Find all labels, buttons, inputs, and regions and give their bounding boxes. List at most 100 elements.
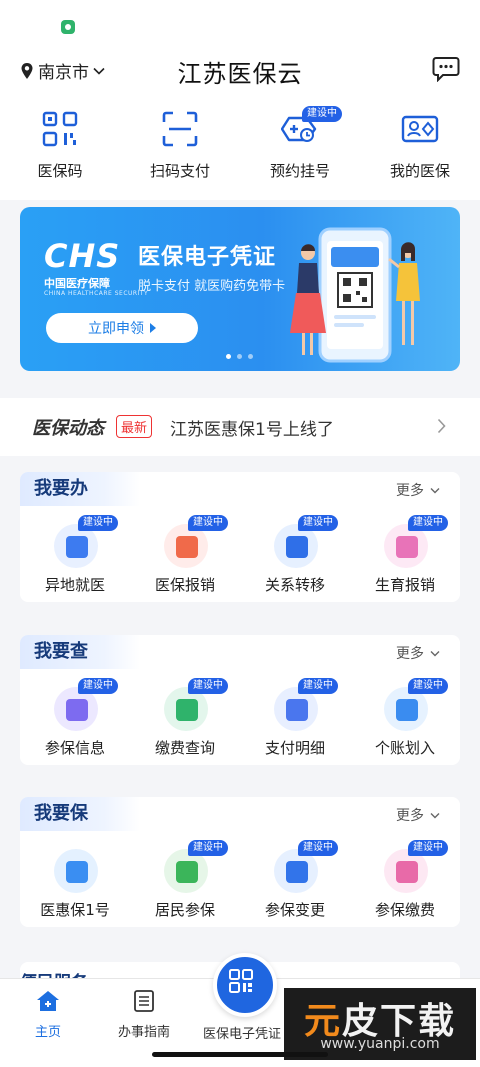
under-construction-badge: 建设中 xyxy=(408,515,448,531)
icon-glyph xyxy=(396,699,418,721)
service-item-label: 生育报销 xyxy=(374,576,435,594)
service-item[interactable]: 建设中 参保缴费 xyxy=(350,840,460,921)
icon-glyph xyxy=(66,536,88,558)
quick-action-scan-pay[interactable]: 扫码支付 xyxy=(120,96,240,200)
more-button[interactable]: 更多 xyxy=(396,805,440,825)
icon-glyph xyxy=(396,861,418,883)
more-button[interactable]: 更多 xyxy=(396,480,440,500)
banner-subtitle: 脱卡支付 就医购药免带卡 xyxy=(138,279,286,294)
latest-tag: 最新 xyxy=(116,415,153,438)
icon-glyph xyxy=(176,699,198,721)
card-icon xyxy=(401,115,439,143)
document-icon xyxy=(134,990,154,1012)
apply-now-button[interactable]: 立即申领 xyxy=(46,313,198,343)
section-items: 建设中 参保信息 建设中 缴费查询 建设中 支付明细 建设中 个账划入 xyxy=(20,678,460,759)
news-logo: 医保动态 xyxy=(32,418,104,439)
service-item[interactable]: 建设中 个账划入 xyxy=(350,678,460,759)
under-construction-badge: 建设中 xyxy=(188,515,228,531)
carousel-dot xyxy=(248,354,253,359)
quick-action-label: 预约挂号 xyxy=(269,162,330,180)
news-ticker[interactable]: 医保动态 最新 江苏医惠保1号上线了 xyxy=(0,398,480,456)
under-construction-badge: 建设中 xyxy=(298,840,338,856)
scan-icon xyxy=(162,111,198,147)
section-title: 我要查 xyxy=(20,635,140,669)
service-item[interactable]: 建设中 参保变更 xyxy=(240,840,350,921)
news-headline[interactable]: 江苏医惠保1号上线了 xyxy=(170,415,334,440)
quick-action-medical-code[interactable]: 医保码 xyxy=(0,96,120,200)
service-item[interactable]: 建设中 参保信息 xyxy=(20,678,130,759)
under-construction-badge: 建设中 xyxy=(78,515,118,531)
more-label: 更多 xyxy=(396,483,424,499)
icon-glyph xyxy=(286,536,308,558)
icon-glyph xyxy=(66,861,88,883)
message-icon xyxy=(432,57,460,83)
quick-action-appointment[interactable]: 建设中 预约挂号 xyxy=(240,96,360,200)
banner-illustration xyxy=(290,227,420,363)
service-item-label: 关系转移 xyxy=(264,576,325,594)
service-item-label: 医惠保1号 xyxy=(40,901,110,919)
under-construction-badge: 建设中 xyxy=(298,515,338,531)
more-label: 更多 xyxy=(396,808,424,824)
tab-label: 医保电子凭证 xyxy=(202,1027,281,1042)
quick-action-label: 医保码 xyxy=(37,162,83,180)
home-indicator xyxy=(152,1052,328,1057)
quick-action-label: 扫码支付 xyxy=(149,162,210,180)
under-construction-badge: 建设中 xyxy=(298,678,338,694)
chevron-down-icon xyxy=(430,487,440,493)
tab-label: 办事指南 xyxy=(117,1025,170,1040)
quick-action-my-insurance[interactable]: 我的医保 xyxy=(360,96,480,200)
chs-logo-english: CHINA HEALTHCARE SECURITY xyxy=(44,290,149,297)
banner-title: 医保电子凭证 xyxy=(138,245,277,270)
icon-glyph xyxy=(286,699,308,721)
service-item[interactable]: 建设中 生育报销 xyxy=(350,515,460,596)
service-item-label: 异地就医 xyxy=(44,576,105,594)
medical-voucher-button[interactable] xyxy=(213,953,277,1017)
more-label: 更多 xyxy=(396,646,424,662)
service-item[interactable]: 建设中 异地就医 xyxy=(20,515,130,596)
under-construction-badge: 建设中 xyxy=(408,678,448,694)
section-query: 我要查 更多 建设中 参保信息 建设中 缴费查询 建设中 支付明细 建设中 个账… xyxy=(20,635,460,765)
section-items: 医惠保1号 建设中 居民参保 建设中 参保变更 建设中 参保缴费 xyxy=(20,840,460,921)
service-item-label: 居民参保 xyxy=(154,901,215,919)
status-bar xyxy=(0,0,480,44)
carousel-indicator xyxy=(226,354,253,359)
message-button[interactable] xyxy=(432,56,460,86)
service-item[interactable]: 建设中 关系转移 xyxy=(240,515,350,596)
section-handle: 我要办 更多 建设中 异地就医 建设中 医保报销 建设中 关系转移 建设中 生育… xyxy=(20,472,460,602)
section-header: 我要保 更多 xyxy=(20,797,460,831)
service-item[interactable]: 医惠保1号 xyxy=(20,841,130,921)
page-title: 江苏医保云 xyxy=(177,60,303,88)
under-construction-badge: 建设中 xyxy=(78,678,118,694)
tab-label: 主页 xyxy=(34,1025,61,1040)
quick-actions: 医保码 扫码支付 建设中 预约挂号 我的医保 xyxy=(0,96,480,200)
chevron-down-icon xyxy=(430,650,440,656)
service-item[interactable]: 建设中 支付明细 xyxy=(240,678,350,759)
more-button[interactable]: 更多 xyxy=(396,643,440,663)
service-item-label: 支付明细 xyxy=(264,739,325,757)
icon-glyph xyxy=(396,536,418,558)
icon-glyph xyxy=(286,861,308,883)
site-watermark: 元皮下载 www.yuanpi.com xyxy=(284,988,476,1060)
tab-guide[interactable]: 办事指南 xyxy=(96,989,192,1040)
chs-logo-subtitle: 中国医疗保障 xyxy=(44,277,110,290)
service-item[interactable]: 建设中 医保报销 xyxy=(130,515,240,596)
apply-now-label: 立即申领 xyxy=(88,321,144,337)
section-items: 建设中 异地就医 建设中 医保报销 建设中 关系转移 建设中 生育报销 xyxy=(20,515,460,596)
quick-action-label: 我的医保 xyxy=(389,162,450,180)
under-construction-badge: 建设中 xyxy=(408,840,448,856)
play-arrow-icon xyxy=(150,323,156,333)
section-title: 我要保 xyxy=(20,797,140,831)
service-item[interactable]: 建设中 缴费查询 xyxy=(130,678,240,759)
under-construction-badge: 建设中 xyxy=(188,840,228,856)
qr-code-icon xyxy=(42,111,78,147)
service-item-label: 缴费查询 xyxy=(154,739,215,757)
section-title: 我要办 xyxy=(20,472,140,506)
section-header: 我要办 更多 xyxy=(20,472,460,506)
app-header: 南京市 江苏医保云 xyxy=(0,44,480,96)
qr-code-icon xyxy=(229,969,253,993)
service-item[interactable]: 建设中 居民参保 xyxy=(130,840,240,921)
tab-home[interactable]: 主页 xyxy=(0,989,96,1040)
chevron-right-icon xyxy=(437,418,446,434)
promo-banner[interactable]: CHS 中国医疗保障 CHINA HEALTHCARE SECURITY 医保电… xyxy=(20,207,460,371)
service-item-label: 参保缴费 xyxy=(374,901,435,919)
